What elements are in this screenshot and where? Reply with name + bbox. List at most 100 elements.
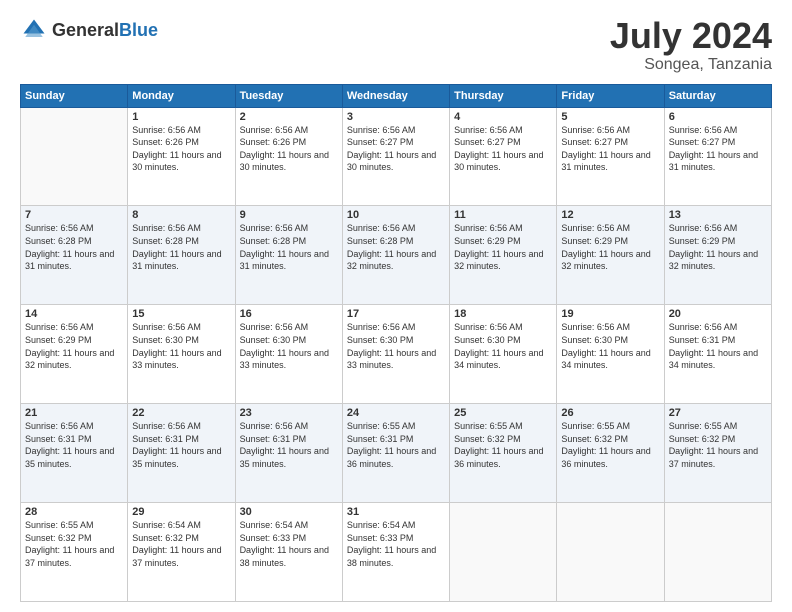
table-cell: 26Sunrise: 6:55 AMSunset: 6:32 PMDayligh… [557, 404, 664, 503]
col-tuesday: Tuesday [235, 84, 342, 107]
day-number: 26 [561, 407, 659, 419]
day-number: 9 [240, 209, 338, 221]
table-cell: 9Sunrise: 6:56 AMSunset: 6:28 PMDaylight… [235, 206, 342, 305]
table-cell: 11Sunrise: 6:56 AMSunset: 6:29 PMDayligh… [450, 206, 557, 305]
day-number: 4 [454, 111, 552, 123]
table-cell: 17Sunrise: 6:56 AMSunset: 6:30 PMDayligh… [342, 305, 449, 404]
table-cell: 29Sunrise: 6:54 AMSunset: 6:32 PMDayligh… [128, 503, 235, 602]
day-number: 2 [240, 111, 338, 123]
table-cell: 16Sunrise: 6:56 AMSunset: 6:30 PMDayligh… [235, 305, 342, 404]
day-number: 15 [132, 308, 230, 320]
calendar-row: 28Sunrise: 6:55 AMSunset: 6:32 PMDayligh… [21, 503, 772, 602]
day-info: Sunrise: 6:56 AMSunset: 6:30 PMDaylight:… [454, 321, 552, 371]
table-cell: 13Sunrise: 6:56 AMSunset: 6:29 PMDayligh… [664, 206, 771, 305]
month-title: July 2024 [610, 16, 772, 56]
table-cell [664, 503, 771, 602]
table-cell: 24Sunrise: 6:55 AMSunset: 6:31 PMDayligh… [342, 404, 449, 503]
calendar-table: Sunday Monday Tuesday Wednesday Thursday… [20, 84, 772, 602]
day-number: 7 [25, 209, 123, 221]
day-info: Sunrise: 6:56 AMSunset: 6:30 PMDaylight:… [132, 321, 230, 371]
day-info: Sunrise: 6:56 AMSunset: 6:27 PMDaylight:… [669, 124, 767, 174]
calendar-row: 7 Sunrise: 6:56 AMSunset: 6:28 PMDaylight… [21, 206, 772, 305]
calendar-row: 21Sunrise: 6:56 AMSunset: 6:31 PMDayligh… [21, 404, 772, 503]
table-cell: 5Sunrise: 6:56 AMSunset: 6:27 PMDaylight… [557, 107, 664, 206]
col-saturday: Saturday [664, 84, 771, 107]
day-number: 27 [669, 407, 767, 419]
day-number: 17 [347, 308, 445, 320]
day-number: 24 [347, 407, 445, 419]
day-info: Sunrise: 6:56 AMSunset: 6:31 PMDaylight:… [25, 420, 123, 470]
col-sunday: Sunday [21, 84, 128, 107]
table-cell: 3Sunrise: 6:56 AMSunset: 6:27 PMDaylight… [342, 107, 449, 206]
day-number: 30 [240, 506, 338, 518]
table-cell: 27Sunrise: 6:55 AMSunset: 6:32 PMDayligh… [664, 404, 771, 503]
day-number: 18 [454, 308, 552, 320]
day-number: 23 [240, 407, 338, 419]
logo-blue: Blue [119, 20, 158, 40]
day-info: Sunrise: 6:55 AMSunset: 6:32 PMDaylight:… [454, 420, 552, 470]
col-wednesday: Wednesday [342, 84, 449, 107]
day-info: Sunrise: 6:55 AMSunset: 6:31 PMDaylight:… [347, 420, 445, 470]
table-cell: 18Sunrise: 6:56 AMSunset: 6:30 PMDayligh… [450, 305, 557, 404]
table-cell: 14Sunrise: 6:56 AMSunset: 6:29 PMDayligh… [21, 305, 128, 404]
logo-general: General [52, 20, 119, 40]
day-info: Sunrise: 6:54 AMSunset: 6:33 PMDaylight:… [240, 519, 338, 569]
day-info: Sunrise: 6:56 AMSunset: 6:29 PMDaylight:… [669, 222, 767, 272]
day-number: 29 [132, 506, 230, 518]
day-info: Sunrise: 6:56 AMSunset: 6:31 PMDaylight:… [240, 420, 338, 470]
day-number: 5 [561, 111, 659, 123]
table-cell: 22Sunrise: 6:56 AMSunset: 6:31 PMDayligh… [128, 404, 235, 503]
day-info: Sunrise: 6:56 AMSunset: 6:30 PMDaylight:… [240, 321, 338, 371]
table-cell: 15Sunrise: 6:56 AMSunset: 6:30 PMDayligh… [128, 305, 235, 404]
day-number: 12 [561, 209, 659, 221]
day-info: Sunrise: 6:56 AMSunset: 6:28 PMDaylight:… [240, 222, 338, 272]
table-cell: 23Sunrise: 6:56 AMSunset: 6:31 PMDayligh… [235, 404, 342, 503]
day-number: 1 [132, 111, 230, 123]
table-cell: 8Sunrise: 6:56 AMSunset: 6:28 PMDaylight… [128, 206, 235, 305]
day-info: Sunrise: 6:56 AMSunset: 6:27 PMDaylight:… [454, 124, 552, 174]
day-number: 19 [561, 308, 659, 320]
day-info: Sunrise: 6:56 AMSunset: 6:26 PMDaylight:… [132, 124, 230, 174]
day-number: 6 [669, 111, 767, 123]
calendar-page: GeneralBlue July 2024 Songea, Tanzania S… [0, 0, 792, 612]
table-cell: 30Sunrise: 6:54 AMSunset: 6:33 PMDayligh… [235, 503, 342, 602]
logo-icon [20, 16, 48, 44]
table-cell: 12Sunrise: 6:56 AMSunset: 6:29 PMDayligh… [557, 206, 664, 305]
table-cell: 7Sunrise: 6:56 AMSunset: 6:28 PMDaylight… [21, 206, 128, 305]
table-cell: 20Sunrise: 6:56 AMSunset: 6:31 PMDayligh… [664, 305, 771, 404]
day-number: 14 [25, 308, 123, 320]
day-number: 21 [25, 407, 123, 419]
day-info: Sunrise: 6:56 AMSunset: 6:31 PMDaylight:… [669, 321, 767, 371]
calendar-header-row: Sunday Monday Tuesday Wednesday Thursday… [21, 84, 772, 107]
col-thursday: Thursday [450, 84, 557, 107]
table-cell: 10Sunrise: 6:56 AMSunset: 6:28 PMDayligh… [342, 206, 449, 305]
day-info: Sunrise: 6:56 AMSunset: 6:26 PMDaylight:… [240, 124, 338, 174]
logo-text: GeneralBlue [52, 20, 158, 41]
day-info: Sunrise: 6:56 AMSunset: 6:30 PMDaylight:… [561, 321, 659, 371]
day-info: Sunrise: 6:56 AMSunset: 6:28 PMDaylight:… [132, 222, 230, 272]
table-cell: 28Sunrise: 6:55 AMSunset: 6:32 PMDayligh… [21, 503, 128, 602]
col-monday: Monday [128, 84, 235, 107]
page-header: GeneralBlue July 2024 Songea, Tanzania [20, 16, 772, 74]
table-cell: 2Sunrise: 6:56 AMSunset: 6:26 PMDaylight… [235, 107, 342, 206]
day-info: Sunrise: 6:55 AMSunset: 6:32 PMDaylight:… [561, 420, 659, 470]
table-cell: 19Sunrise: 6:56 AMSunset: 6:30 PMDayligh… [557, 305, 664, 404]
table-cell: 6Sunrise: 6:56 AMSunset: 6:27 PMDaylight… [664, 107, 771, 206]
day-number: 10 [347, 209, 445, 221]
table-cell: 31Sunrise: 6:54 AMSunset: 6:33 PMDayligh… [342, 503, 449, 602]
calendar-row: 14Sunrise: 6:56 AMSunset: 6:29 PMDayligh… [21, 305, 772, 404]
day-number: 11 [454, 209, 552, 221]
table-cell: 4Sunrise: 6:56 AMSunset: 6:27 PMDaylight… [450, 107, 557, 206]
day-info: Sunrise: 6:56 AMSunset: 6:28 PMDaylight:… [347, 222, 445, 272]
day-info: Sunrise: 6:55 AMSunset: 6:32 PMDaylight:… [669, 420, 767, 470]
day-number: 3 [347, 111, 445, 123]
table-cell [450, 503, 557, 602]
day-number: 20 [669, 308, 767, 320]
day-number: 8 [132, 209, 230, 221]
day-number: 13 [669, 209, 767, 221]
table-cell: 1Sunrise: 6:56 AMSunset: 6:26 PMDaylight… [128, 107, 235, 206]
table-cell: 25Sunrise: 6:55 AMSunset: 6:32 PMDayligh… [450, 404, 557, 503]
day-info: Sunrise: 6:56 AMSunset: 6:27 PMDaylight:… [347, 124, 445, 174]
day-number: 25 [454, 407, 552, 419]
day-info: Sunrise: 6:56 AMSunset: 6:30 PMDaylight:… [347, 321, 445, 371]
